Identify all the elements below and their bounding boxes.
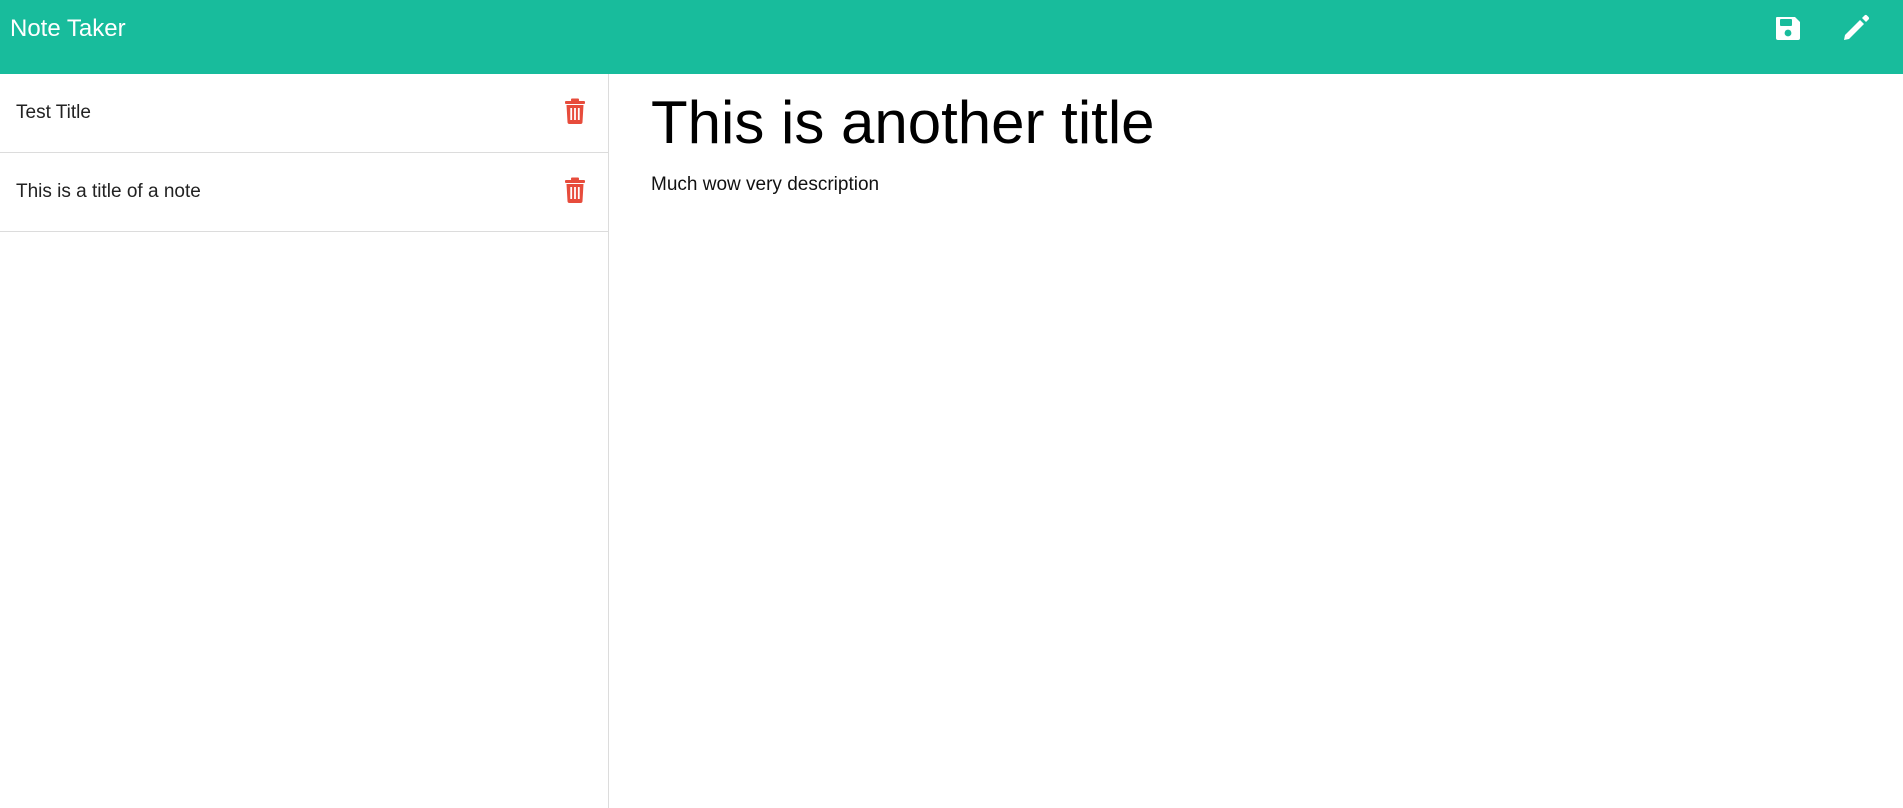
delete-note-button[interactable]: [564, 98, 586, 124]
note-list-item-title[interactable]: Test Title: [16, 74, 91, 152]
notes-list: Test Title This is a title of a note: [0, 74, 609, 808]
note-title-field[interactable]: This is another title: [651, 88, 1155, 157]
trash-icon: [565, 98, 585, 124]
navbar: Note Taker: [0, 0, 1903, 74]
app-title[interactable]: Note Taker: [10, 0, 126, 58]
note-editor: This is another title Much wow very desc…: [610, 74, 1903, 808]
note-list-item[interactable]: Test Title: [0, 74, 608, 153]
note-text-field[interactable]: Much wow very description: [651, 174, 879, 196]
trash-icon: [565, 177, 585, 203]
new-note-button[interactable]: [1839, 11, 1873, 45]
note-list-item[interactable]: This is a title of a note: [0, 153, 608, 232]
pencil-icon: [1844, 14, 1870, 40]
floppy-disk-icon: [1776, 17, 1800, 40]
note-list-item-title[interactable]: This is a title of a note: [16, 153, 201, 231]
delete-note-button[interactable]: [564, 177, 586, 203]
save-note-button[interactable]: [1771, 11, 1805, 45]
